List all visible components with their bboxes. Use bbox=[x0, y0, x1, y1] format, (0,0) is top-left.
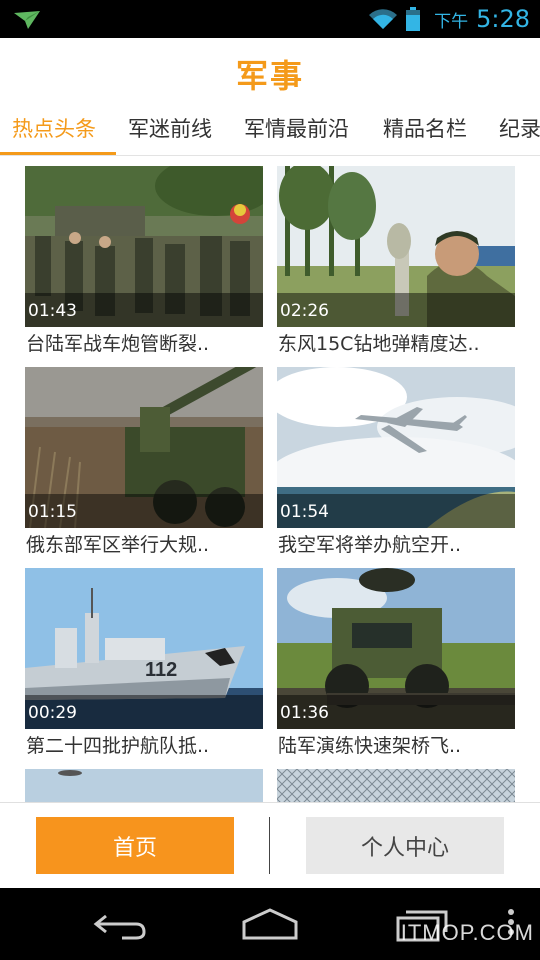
video-title[interactable]: 陆军演练快速架桥飞.. bbox=[278, 731, 518, 758]
video-duration: 01:43 bbox=[28, 301, 77, 321]
status-ampm: 下午 bbox=[434, 11, 469, 32]
video-title[interactable]: 我空军将举办航空开.. bbox=[278, 530, 518, 557]
video-card[interactable]: 01:36 陆军演练快速架桥飞.. bbox=[277, 559, 515, 759]
watermark-text: ITMOP.COM bbox=[400, 920, 534, 945]
tab-military-fans-front[interactable]: 军迷前线 bbox=[128, 114, 212, 154]
video-card[interactable]: 01:43 台陆军战车炮管断裂.. bbox=[25, 157, 263, 357]
video-title[interactable]: 第二十四批护航队抵.. bbox=[26, 731, 266, 758]
page-title: 军事 bbox=[235, 57, 304, 95]
video-card[interactable]: 02:26 东风15C钻地弹精度达.. bbox=[277, 157, 515, 357]
video-duration: 01:54 bbox=[280, 502, 329, 522]
bottom-navigation: 首页 个人中心 bbox=[0, 802, 540, 888]
notification-plane-icon bbox=[14, 11, 40, 29]
video-thumbnail[interactable] bbox=[25, 769, 263, 802]
video-title[interactable]: 台陆军战车炮管断裂.. bbox=[26, 329, 266, 356]
video-card[interactable]: 112 00:29 第二十四批护航队抵.. bbox=[25, 559, 263, 759]
video-card[interactable]: 01:15 俄东部军区举行大规.. bbox=[25, 358, 263, 558]
title-bar: 军事 bbox=[0, 38, 540, 110]
video-thumbnail[interactable] bbox=[277, 769, 515, 802]
tab-hot-headlines[interactable]: 热点头条 bbox=[12, 114, 96, 154]
back-icon[interactable] bbox=[92, 906, 148, 942]
video-thumbnail[interactable]: 02:26 bbox=[277, 166, 515, 327]
home-button[interactable]: 首页 bbox=[36, 817, 234, 874]
category-tabs: 热点头条 军迷前线 军情最前沿 精品名栏 纪录 bbox=[0, 110, 540, 156]
video-thumbnail[interactable]: 01:43 bbox=[25, 166, 263, 327]
fence-image bbox=[277, 769, 515, 802]
video-thumbnail[interactable]: 01:36 bbox=[277, 568, 515, 729]
video-duration: 01:36 bbox=[280, 703, 329, 723]
nav-divider bbox=[269, 817, 270, 874]
tab-premium-columns[interactable]: 精品名栏 bbox=[383, 114, 467, 154]
video-duration: 01:15 bbox=[28, 502, 77, 522]
tab-latest-intel[interactable]: 军情最前沿 bbox=[244, 114, 349, 154]
video-card[interactable] bbox=[277, 760, 515, 802]
home-nav-icon[interactable] bbox=[240, 906, 300, 942]
video-grid: 01:43 台陆军战车炮管断裂.. 02:26 东风15C钻地弹精度达.. 01… bbox=[0, 157, 540, 802]
profile-center-button[interactable]: 个人中心 bbox=[306, 817, 504, 874]
video-thumbnail[interactable]: 01:15 bbox=[25, 367, 263, 528]
wifi-icon bbox=[369, 9, 398, 29]
video-thumbnail[interactable]: 01:54 bbox=[277, 367, 515, 528]
battery-icon bbox=[406, 7, 421, 31]
video-duration: 02:26 bbox=[280, 301, 329, 321]
system-navigation-bar: ITMOP.COM bbox=[0, 888, 540, 960]
video-title[interactable]: 东风15C钻地弹精度达.. bbox=[278, 329, 518, 356]
video-card[interactable]: 01:54 我空军将举办航空开.. bbox=[277, 358, 515, 558]
status-clock: 5:28 bbox=[476, 5, 530, 33]
video-card[interactable] bbox=[25, 760, 263, 802]
video-title[interactable]: 俄东部军区举行大规.. bbox=[26, 530, 266, 557]
active-tab-indicator bbox=[0, 152, 116, 155]
status-bar: 下午 5:28 bbox=[0, 0, 540, 38]
video-duration: 00:29 bbox=[28, 703, 77, 723]
ship-hull-number: 112 bbox=[145, 659, 177, 681]
sky-image bbox=[25, 769, 263, 802]
tab-documentary[interactable]: 纪录 bbox=[499, 114, 540, 154]
video-thumbnail[interactable]: 112 00:29 bbox=[25, 568, 263, 729]
